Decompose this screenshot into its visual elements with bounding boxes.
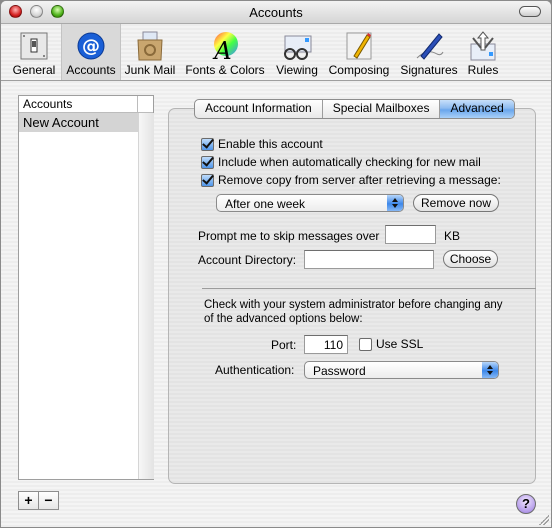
enable-account-label: Enable this account — [218, 137, 323, 151]
port-input[interactable]: 110 — [304, 335, 348, 354]
enable-account-checkbox[interactable] — [201, 138, 214, 151]
pencil-paper-icon — [346, 32, 372, 60]
toolbar-label: Signatures — [400, 63, 458, 77]
list-item[interactable]: New Account — [19, 113, 138, 132]
toolbar-label: Fonts & Colors — [185, 63, 265, 77]
skip-prompt-label: Prompt me to skip messages over — [198, 229, 380, 243]
remove-account-button[interactable]: − — [38, 491, 59, 510]
color-wheel-font-icon: A — [212, 32, 238, 62]
title-bar[interactable]: Accounts — [1, 1, 551, 24]
toolbar-rules[interactable]: Rules — [463, 24, 503, 80]
svg-text:@: @ — [82, 36, 100, 57]
use-ssl-checkbox[interactable] — [359, 338, 372, 351]
accounts-list[interactable]: Accounts New Account — [18, 95, 154, 480]
section-divider — [202, 288, 536, 289]
tab-account-information[interactable]: Account Information — [195, 100, 323, 118]
recycle-box-icon — [137, 31, 163, 61]
list-scrollbar[interactable] — [138, 113, 154, 479]
column-header-label: Accounts — [23, 97, 73, 111]
popup-arrows-icon — [482, 362, 498, 378]
toolbar-accounts[interactable]: @ Accounts — [61, 24, 121, 80]
admin-note: Check with your system administrator bef… — [204, 299, 503, 325]
skip-size-input[interactable] — [385, 225, 436, 244]
toolbar-composing[interactable]: Composing — [325, 24, 393, 80]
toolbar-viewing[interactable]: Viewing — [271, 24, 323, 80]
choose-button[interactable]: Choose — [443, 250, 498, 268]
remove-after-popup[interactable]: After one week — [216, 194, 404, 212]
light-switch-icon — [20, 32, 48, 60]
tab-bar: Account Information Special Mailboxes Ad… — [194, 99, 515, 119]
help-button[interactable]: ? — [516, 494, 536, 514]
toolbar-junk-mail[interactable]: Junk Mail — [121, 24, 179, 80]
authentication-value: Password — [313, 364, 366, 378]
port-label: Port: — [271, 338, 297, 352]
tab-special-mailboxes[interactable]: Special Mailboxes — [323, 100, 441, 118]
accounts-column-header[interactable]: Accounts — [19, 96, 138, 113]
authentication-popup[interactable]: Password — [304, 361, 499, 379]
popup-arrows-icon — [387, 195, 403, 211]
rules-arrows-icon — [470, 31, 496, 61]
remove-copy-checkbox[interactable] — [201, 174, 214, 187]
account-directory-label: Account Directory: — [198, 253, 297, 267]
account-directory-input[interactable] — [304, 250, 434, 269]
preferences-toolbar: General @ Accounts Junk Mail A Fonts & C — [1, 24, 551, 81]
toolbar-general[interactable]: General — [7, 24, 61, 80]
use-ssl-label: Use SSL — [376, 337, 424, 351]
list-header-corner — [138, 96, 153, 113]
include-auto-check-label: Include when automatically checking for … — [218, 155, 481, 169]
toolbar-label: General — [12, 63, 56, 77]
remove-after-value: After one week — [225, 197, 306, 211]
authentication-label: Authentication: — [215, 363, 295, 377]
add-account-button[interactable]: + — [18, 491, 39, 510]
preferences-window: Accounts General @ Accounts Junk Mail A … — [0, 0, 552, 528]
toolbar-fonts-colors[interactable]: A Fonts & Colors — [181, 24, 269, 80]
pen-signature-icon — [416, 33, 444, 60]
toolbar-toggle-button[interactable] — [519, 6, 541, 17]
resize-grip[interactable] — [539, 515, 549, 525]
toolbar-label: Viewing — [276, 63, 318, 77]
glasses-icon — [284, 35, 312, 60]
remove-now-button[interactable]: Remove now — [413, 194, 499, 212]
toolbar-label: Junk Mail — [124, 63, 176, 77]
kb-unit-label: KB — [444, 229, 461, 243]
toolbar-signatures[interactable]: Signatures — [395, 24, 463, 80]
svg-text:A: A — [212, 37, 231, 62]
window-title: Accounts — [249, 5, 303, 20]
remove-copy-label: Remove copy from server after retrieving… — [218, 173, 501, 187]
toolbar-label: Accounts — [66, 63, 116, 77]
account-name: New Account — [23, 115, 99, 130]
include-auto-check-checkbox[interactable] — [201, 156, 214, 169]
toolbar-label: Composing — [328, 63, 390, 77]
toolbar-label: Rules — [467, 63, 499, 77]
at-sign-icon: @ — [77, 32, 105, 60]
tab-advanced[interactable]: Advanced — [440, 100, 514, 118]
